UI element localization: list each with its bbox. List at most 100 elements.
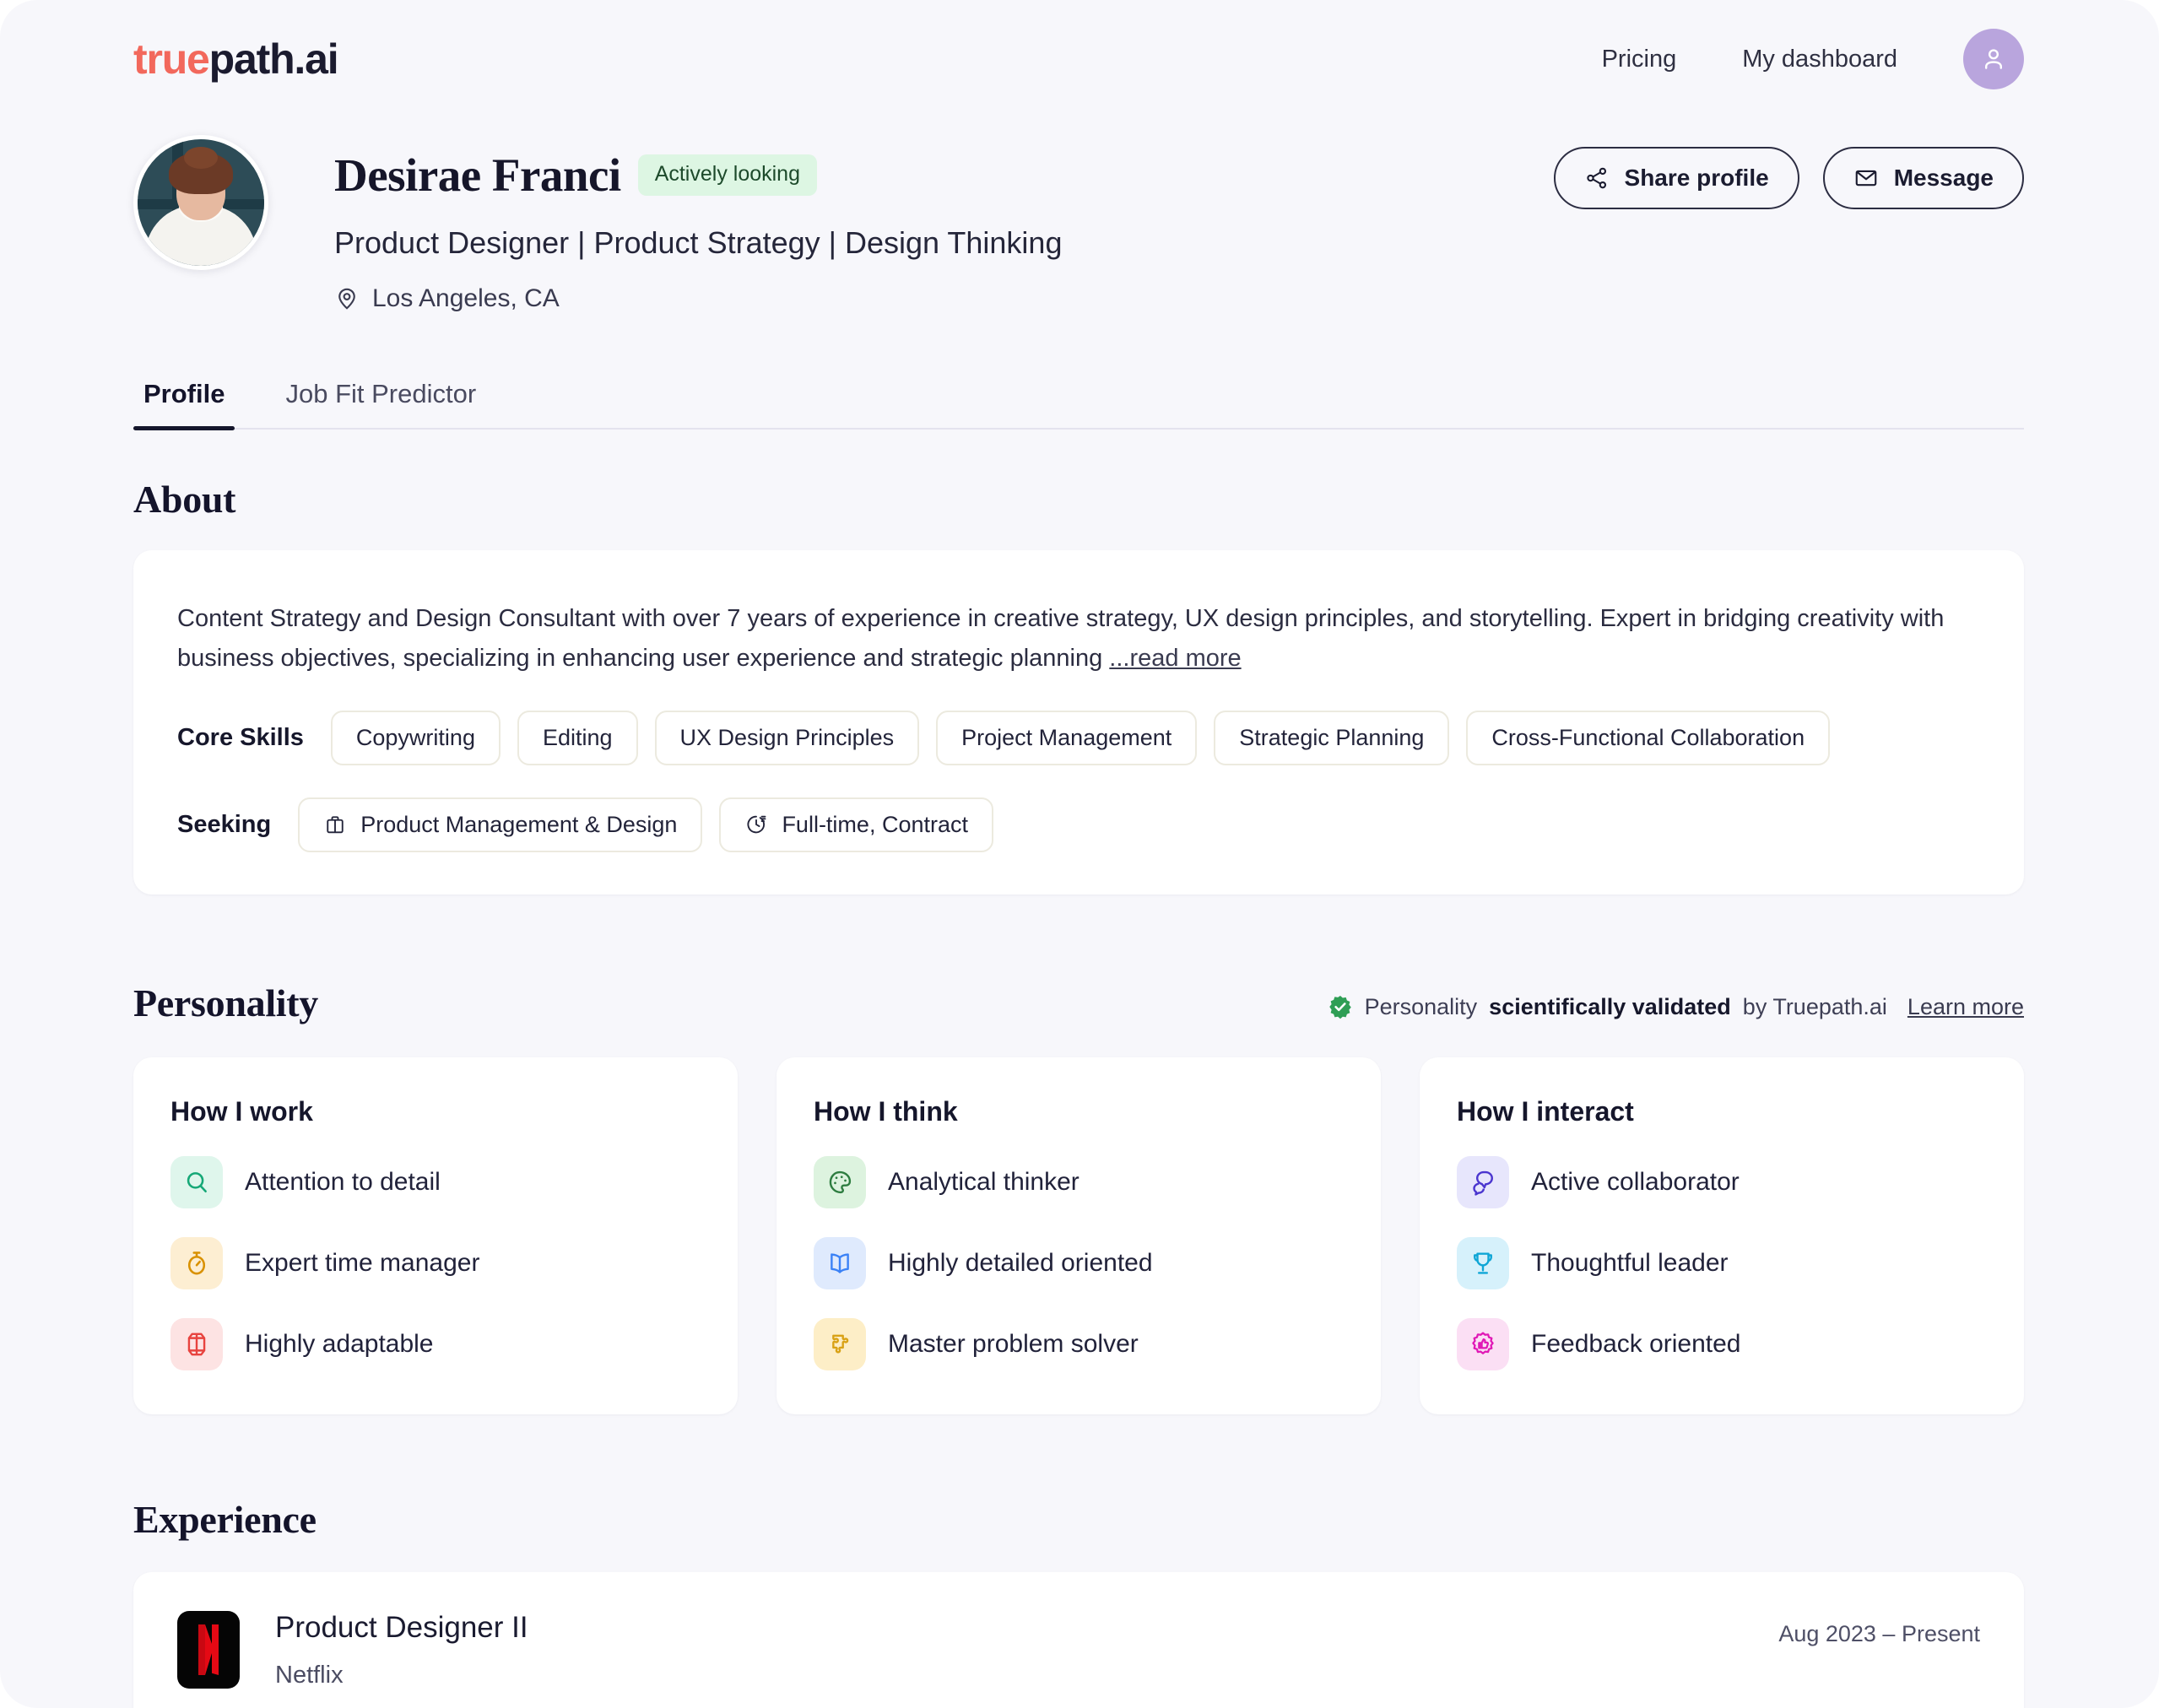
- map-pin-icon: [338, 288, 355, 310]
- main-nav: Pricing My dashboard: [1602, 29, 2024, 89]
- briefcase-icon: [327, 816, 344, 834]
- skill-chip[interactable]: UX Design Principles: [654, 710, 920, 765]
- palette-icon: [814, 1155, 866, 1208]
- validated-bold: scientifically validated: [1489, 993, 1731, 1019]
- profile-tabs: Profile Job Fit Predictor: [133, 379, 2024, 430]
- trait-item: Analytical thinker: [814, 1155, 1344, 1208]
- trophy-icon: [1457, 1236, 1509, 1289]
- personality-heading-wrap: Personality Personality scientifically v…: [133, 981, 2024, 1025]
- brand-logo-true: true: [133, 35, 210, 83]
- share-profile-label: Share profile: [1624, 165, 1769, 191]
- experience-heading-wrap: Experience: [133, 1497, 2024, 1542]
- skill-chip[interactable]: Strategic Planning: [1214, 710, 1450, 765]
- profile-location: Los Angeles, CA: [334, 284, 1554, 313]
- status-badge: Actively looking: [637, 154, 817, 196]
- experience-role: Product Designer II: [275, 1610, 528, 1644]
- tab-job-fit-predictor[interactable]: Job Fit Predictor: [275, 379, 486, 428]
- learn-more-link[interactable]: Learn more: [1907, 994, 2024, 1020]
- personality-section-title: Personality: [133, 981, 318, 1024]
- avatar-photo: [138, 139, 264, 266]
- core-skills-row: Core Skills Copywriting Editing UX Desig…: [177, 710, 1980, 765]
- message-label: Message: [1893, 165, 1994, 191]
- trait-label: Highly adaptable: [245, 1329, 434, 1358]
- skill-chip[interactable]: Cross-Functional Collaboration: [1466, 710, 1831, 765]
- trait-item: Active collaborator: [1457, 1155, 1987, 1208]
- seeking-chip-role[interactable]: Product Management & Design: [298, 797, 703, 852]
- read-more-link[interactable]: ...read more: [1109, 645, 1241, 672]
- trait-card-title: How I interact: [1457, 1095, 1634, 1127]
- personality-card-how-i-interact: How I interact Active collaborator Thoug…: [1420, 1057, 2024, 1414]
- chat-bubbles-icon: [1457, 1155, 1509, 1208]
- personality-grid: How I work Attention to detail Expert ti…: [133, 1057, 2024, 1414]
- trait-card-title: How I work: [170, 1095, 313, 1127]
- experience-section-title: Experience: [133, 1497, 317, 1541]
- thumbs-up-badge-icon: [1457, 1317, 1509, 1370]
- trait-label: Attention to detail: [245, 1167, 441, 1196]
- trait-label: Analytical thinker: [888, 1167, 1080, 1196]
- seeking-row: Seeking Product Management & Design Full…: [177, 797, 1980, 852]
- about-text: Content Strategy and Design Consultant w…: [177, 599, 1980, 678]
- site-header: truepath.ai Pricing My dashboard: [0, 0, 2159, 118]
- seeking-chip-type[interactable]: Full-time, Contract: [719, 797, 993, 852]
- trait-label: Master problem solver: [888, 1329, 1139, 1358]
- trait-label: Thoughtful leader: [1531, 1248, 1729, 1277]
- timer-icon: [747, 816, 766, 834]
- stopwatch-icon: [170, 1236, 223, 1289]
- profile-info: Desirae Franci Actively looking Product …: [334, 135, 1554, 313]
- trait-item: Attention to detail: [170, 1155, 701, 1208]
- trait-label: Expert time manager: [245, 1248, 480, 1277]
- seeking-label: Seeking: [177, 810, 272, 838]
- name-row: Desirae Franci Actively looking: [334, 149, 1554, 202]
- core-skills-label: Core Skills: [177, 723, 304, 751]
- puzzle-icon: [814, 1317, 866, 1370]
- experience-dates: Aug 2023 – Present: [1778, 1620, 1980, 1646]
- trait-label: Highly detailed oriented: [888, 1248, 1153, 1277]
- nav-item-pricing[interactable]: Pricing: [1602, 46, 1677, 73]
- trait-item: Expert time manager: [170, 1236, 701, 1289]
- experience-entry[interactable]: Product Designer II Netflix Aug 2023 – P…: [177, 1610, 1980, 1689]
- trait-item: Highly detailed oriented: [814, 1236, 1344, 1289]
- skill-chip[interactable]: Editing: [517, 710, 638, 765]
- tab-profile[interactable]: Profile: [133, 379, 235, 430]
- validated-suffix: by Truepath.ai: [1742, 993, 1887, 1019]
- trait-item: Thoughtful leader: [1457, 1236, 1987, 1289]
- trait-item: Master problem solver: [814, 1317, 1344, 1370]
- profile-avatar: [133, 135, 268, 270]
- validated-prefix: Personality: [1364, 993, 1478, 1019]
- skill-chip[interactable]: Copywriting: [330, 710, 501, 765]
- trait-label: Feedback oriented: [1531, 1329, 1741, 1358]
- profile-headline: Product Designer | Product Strategy | De…: [334, 225, 1063, 260]
- profile-header: Desirae Franci Actively looking Product …: [0, 118, 2159, 313]
- cube-icon: [170, 1317, 223, 1370]
- magnifier-icon: [170, 1155, 223, 1208]
- trait-item: Feedback oriented: [1457, 1317, 1987, 1370]
- about-section-title: About: [133, 478, 236, 521]
- page-root: truepath.ai Pricing My dashboard Desirae…: [0, 0, 2159, 1708]
- user-icon: [1985, 49, 2002, 69]
- share-icon: [1586, 167, 1606, 189]
- share-profile-button[interactable]: Share profile: [1553, 147, 1799, 209]
- experience-meta: Product Designer II Netflix: [275, 1611, 1778, 1689]
- verified-badge-icon: [1328, 996, 1351, 1019]
- trait-item: Highly adaptable: [170, 1317, 701, 1370]
- trait-card-title: How I think: [814, 1095, 958, 1127]
- personality-card-how-i-think: How I think Analytical thinker Highly de…: [776, 1057, 1381, 1414]
- about-text-body: Content Strategy and Design Consultant w…: [177, 605, 1945, 672]
- message-button[interactable]: Message: [1822, 147, 2024, 209]
- brand-logo[interactable]: truepath.ai: [133, 35, 339, 84]
- skill-chip[interactable]: Project Management: [936, 710, 1198, 765]
- envelope-icon: [1855, 170, 1877, 186]
- page-title: Desirae Franci: [334, 149, 621, 201]
- account-avatar-button[interactable]: [1963, 29, 2024, 89]
- personality-card-how-i-work: How I work Attention to detail Expert ti…: [133, 1057, 738, 1414]
- experience-company: Netflix: [275, 1661, 344, 1689]
- validated-note: Personality scientifically validated by …: [1328, 994, 2024, 1025]
- about-card: Content Strategy and Design Consultant w…: [133, 550, 2024, 895]
- nav-item-my-dashboard[interactable]: My dashboard: [1742, 46, 1897, 73]
- trait-label: Active collaborator: [1531, 1167, 1740, 1196]
- seeking-role-label: Product Management & Design: [360, 811, 678, 837]
- about-heading-wrap: About: [133, 477, 2024, 522]
- brand-logo-path: path.ai: [208, 35, 339, 83]
- profile-actions: Share profile Message: [1553, 135, 2024, 209]
- experience-card: Product Designer II Netflix Aug 2023 – P…: [133, 1571, 2024, 1708]
